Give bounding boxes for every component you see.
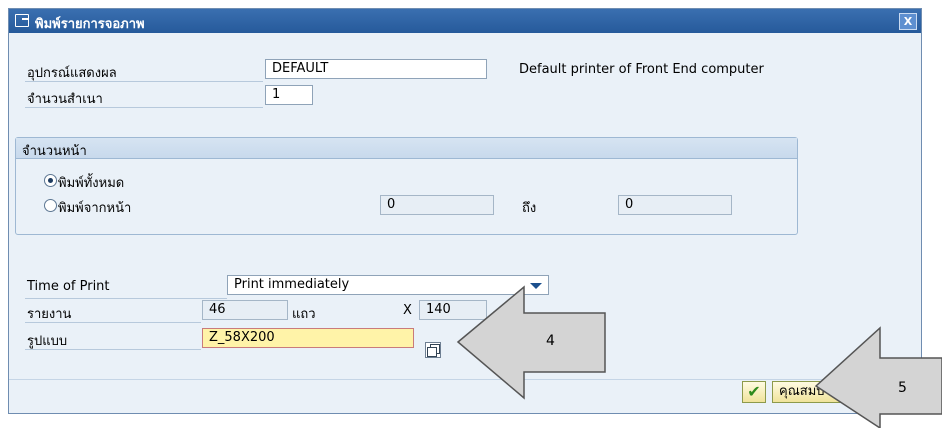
dialog-title: พิมพ์รายการจอภาพ	[35, 17, 145, 32]
confirm-button[interactable]: ✔	[742, 381, 766, 403]
copies-label-underline	[25, 107, 263, 108]
report-cols-input[interactable]: 140	[419, 300, 487, 320]
print-from-radio[interactable]	[44, 199, 57, 212]
matchcode-button[interactable]	[425, 342, 441, 358]
page-from-input[interactable]: 0	[380, 195, 494, 215]
report-label-underline	[25, 322, 201, 323]
report-cols-unit: ค	[492, 307, 501, 322]
print-all-radio[interactable]	[44, 174, 57, 187]
page-to-input[interactable]: 0	[618, 195, 732, 215]
time-of-print-value: Print immediately	[234, 277, 350, 292]
report-label: รายงาน	[27, 307, 72, 322]
print-screen-icon	[15, 14, 29, 27]
print-all-label: พิมพ์ทั้งหมด	[58, 176, 125, 191]
copies-label: จำนวนสำเนา	[27, 92, 103, 107]
time-of-print-select[interactable]: Print immediately	[227, 275, 549, 295]
print-from-label: พิมพ์จากหน้า	[58, 201, 132, 216]
time-of-print-label: Time of Print	[27, 279, 110, 294]
device-label: อุปกรณ์แสดงผล	[27, 66, 117, 81]
page-range-title: จำนวนหน้า	[22, 144, 87, 159]
device-label-underline	[25, 81, 263, 82]
page-range-group: จำนวนหน้า พิมพ์ทั้งหมด พิมพ์จากหน้า 0 ถึ…	[15, 137, 798, 235]
page-to-label: ถึง	[522, 201, 537, 216]
device-input[interactable]: DEFAULT	[265, 59, 487, 79]
report-x-label: X	[403, 303, 412, 318]
callout-number-4: 4	[546, 333, 555, 349]
format-label: รูปแบบ	[27, 334, 68, 349]
callout-number-5: 5	[898, 380, 907, 396]
close-button[interactable]: X	[899, 13, 917, 30]
title-bar: พิมพ์รายการจอภาพ X	[9, 9, 921, 33]
device-description: Default printer of Front End computer	[519, 62, 764, 77]
copies-input[interactable]: 1	[265, 85, 313, 105]
page-range-group-header: จำนวนหน้า	[16, 138, 797, 159]
report-rows-unit: แถว	[292, 307, 316, 322]
properties-button[interactable]: คุณสมบั	[772, 381, 858, 403]
report-rows-input[interactable]: 46	[202, 300, 288, 320]
time-of-print-underline	[25, 298, 227, 299]
chevron-down-icon[interactable]	[530, 283, 542, 289]
format-input[interactable]: Z_58X200	[202, 328, 414, 348]
format-label-underline	[25, 349, 201, 350]
print-dialog: พิมพ์รายการจอภาพ X อุปกรณ์แสดงผล DEFAULT…	[8, 8, 922, 414]
